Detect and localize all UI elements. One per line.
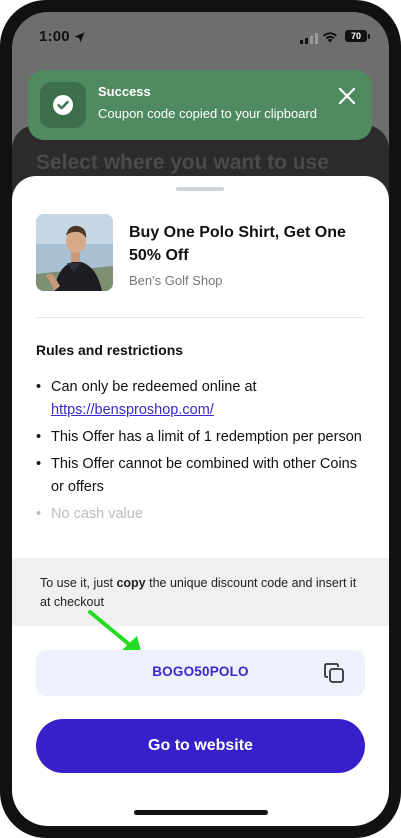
location-arrow-icon (74, 30, 85, 48)
rule-text: Can only be redeemed online at (51, 379, 257, 395)
screen: 1:00 70 Select where you want to use Buy… (12, 12, 389, 826)
rules-list: Can only be redeemed online at https://b… (36, 376, 366, 530)
offer-title: Buy One Polo Shirt, Get One 50% Off (129, 224, 346, 264)
divider (36, 317, 365, 318)
shop-website-link[interactable]: https://bensproshop.com/ (51, 402, 214, 418)
rule-item: This Offer has a limit of 1 redemption p… (36, 426, 366, 449)
check-circle-icon (53, 95, 73, 115)
copy-icon[interactable] (323, 662, 345, 684)
status-bar: 1:00 70 (12, 12, 389, 60)
status-time: 1:00 (39, 28, 70, 45)
close-icon[interactable] (336, 85, 358, 107)
toast-title: Success (98, 84, 151, 99)
rule-item: This Offer cannot be combined with other… (36, 453, 366, 499)
rules-heading: Rules and restrictions (36, 342, 184, 358)
signal-icon (300, 31, 318, 49)
rule-item: Can only be redeemed online at https://b… (36, 376, 366, 422)
instructions-bold: copy (116, 576, 146, 590)
offer-product-image (36, 214, 113, 291)
rule-text: No cash value (51, 506, 143, 522)
battery-tip (368, 34, 370, 39)
background-page-title: Select where you want to use (36, 151, 329, 174)
go-to-website-button[interactable]: Go to website (36, 719, 365, 773)
rule-item: No cash value (36, 503, 366, 526)
rule-text: This Offer cannot be combined with other… (51, 456, 358, 495)
battery-icon: 70 (345, 30, 367, 42)
instructions-text: To use it, just copy the unique discount… (40, 574, 370, 612)
coupon-code-box[interactable]: BOGO50POLO (36, 650, 365, 696)
toast-icon-box (40, 82, 86, 128)
offer-bottom-sheet: Buy One Polo Shirt, Get One 50% Off Ben'… (12, 176, 389, 826)
offer-shop-name: Ben's Golf Shop (129, 273, 223, 288)
coupon-code[interactable]: BOGO50POLO (36, 664, 365, 679)
home-indicator (134, 810, 268, 815)
sheet-drag-handle[interactable] (176, 187, 224, 191)
toast-message: Coupon code copied to your clipboard (98, 106, 317, 121)
phone-frame: 1:00 70 Select where you want to use Buy… (0, 0, 401, 838)
instructions-box: To use it, just copy the unique discount… (12, 558, 389, 626)
rule-text: This Offer has a limit of 1 redemption p… (51, 429, 362, 445)
instructions-before: To use it, just (40, 576, 117, 590)
wifi-icon (322, 30, 338, 48)
success-toast: Success Coupon code copied to your clipb… (28, 70, 372, 140)
